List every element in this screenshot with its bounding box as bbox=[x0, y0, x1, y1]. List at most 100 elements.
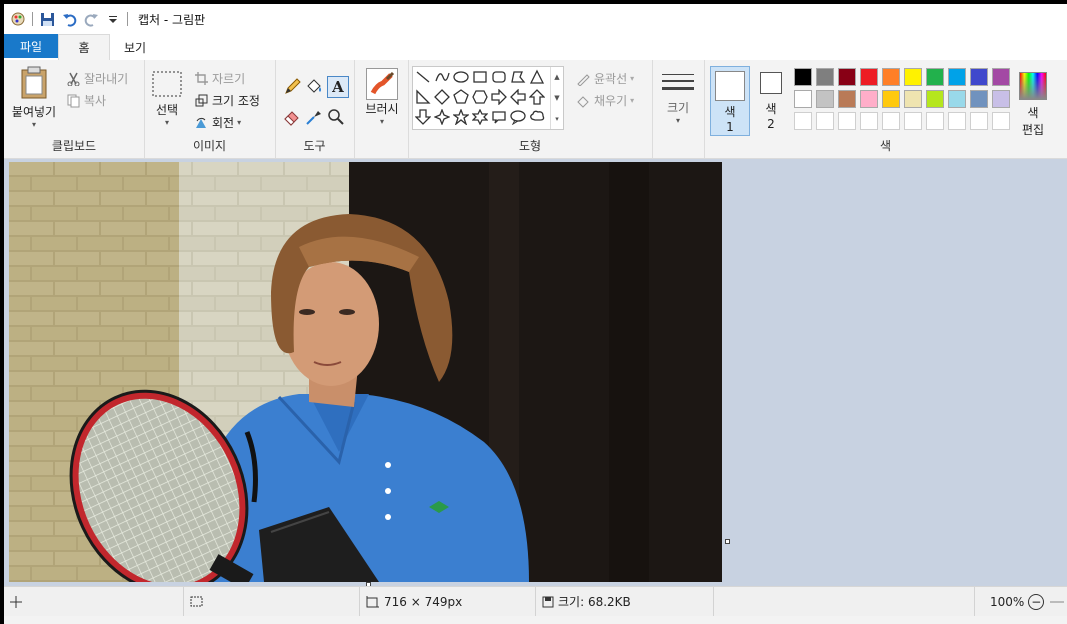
tools-group: A 도구 bbox=[275, 60, 355, 158]
left-arrow-shape-icon[interactable] bbox=[509, 88, 527, 106]
tab-home[interactable]: 홈 bbox=[58, 34, 110, 60]
right-triangle-shape-icon[interactable] bbox=[414, 88, 432, 106]
magnifier-icon[interactable] bbox=[327, 108, 347, 128]
six-point-star-shape-icon[interactable] bbox=[471, 108, 489, 126]
scroll-up-icon[interactable]: ▲ bbox=[554, 73, 559, 81]
color-swatch[interactable] bbox=[816, 68, 834, 86]
brushes-button[interactable]: 브러시 ▾ bbox=[362, 68, 402, 138]
color-swatch[interactable] bbox=[992, 112, 1010, 130]
color-swatch[interactable] bbox=[860, 68, 878, 86]
four-point-star-shape-icon[interactable] bbox=[433, 108, 451, 126]
redo-icon[interactable] bbox=[83, 11, 99, 27]
color-swatch[interactable] bbox=[816, 112, 834, 130]
color-swatch[interactable] bbox=[926, 90, 944, 108]
outline-button[interactable]: 윤곽선 ▾ bbox=[576, 70, 634, 87]
color-swatch[interactable] bbox=[904, 68, 922, 86]
color-swatch[interactable] bbox=[926, 112, 944, 130]
color1-button[interactable]: 색 1 bbox=[710, 66, 750, 136]
zoom-slider[interactable] bbox=[1050, 600, 1065, 603]
canvas-workspace[interactable] bbox=[4, 159, 1067, 587]
select-button[interactable]: 선택 ▾ bbox=[150, 70, 184, 136]
rounded-rectangle-shape-icon[interactable] bbox=[490, 68, 508, 86]
color-swatch[interactable] bbox=[970, 112, 988, 130]
color-swatch[interactable] bbox=[794, 112, 812, 130]
color-swatch[interactable] bbox=[838, 112, 856, 130]
right-arrow-shape-icon[interactable] bbox=[490, 88, 508, 106]
shapes-scroll[interactable]: ▲ ▼ ▾ bbox=[550, 67, 563, 129]
color-swatch[interactable] bbox=[882, 112, 900, 130]
copy-button[interactable]: 복사 bbox=[66, 92, 106, 109]
chevron-down-icon: ▾ bbox=[630, 96, 635, 105]
color-swatch[interactable] bbox=[992, 90, 1010, 108]
color-swatch[interactable] bbox=[882, 68, 900, 86]
color-swatch[interactable] bbox=[904, 90, 922, 108]
save-icon[interactable] bbox=[39, 11, 55, 27]
down-arrow-shape-icon[interactable] bbox=[414, 108, 432, 126]
fill-bucket-icon[interactable] bbox=[305, 78, 325, 98]
color-picker-icon[interactable] bbox=[305, 108, 325, 128]
scroll-down-icon[interactable]: ▼ bbox=[554, 94, 559, 102]
color-swatch[interactable] bbox=[904, 112, 922, 130]
color-swatch[interactable] bbox=[838, 68, 856, 86]
hexagon-shape-icon[interactable] bbox=[471, 88, 489, 106]
color-swatch[interactable] bbox=[970, 68, 988, 86]
rectangle-shape-icon[interactable] bbox=[471, 68, 489, 86]
chevron-down-icon: ▾ bbox=[237, 118, 242, 127]
text-tool-icon[interactable]: A bbox=[327, 76, 349, 98]
color1-number: 1 bbox=[726, 120, 734, 134]
undo-icon[interactable] bbox=[61, 11, 77, 27]
crop-button[interactable]: 자르기 bbox=[194, 70, 245, 87]
quick-access-toolbar bbox=[4, 4, 134, 34]
color-swatch[interactable] bbox=[948, 90, 966, 108]
customize-toolbar-icon[interactable] bbox=[105, 11, 121, 27]
zoom-out-icon[interactable]: − bbox=[1028, 593, 1045, 610]
color-swatch[interactable] bbox=[860, 112, 878, 130]
edit-colors-button[interactable]: 색 편집 bbox=[1016, 72, 1050, 138]
color-swatch[interactable] bbox=[794, 90, 812, 108]
color-swatch[interactable] bbox=[948, 68, 966, 86]
triangle-shape-icon[interactable] bbox=[528, 68, 546, 86]
diamond-shape-icon[interactable] bbox=[433, 88, 451, 106]
paste-button[interactable]: 붙여넣기 ▾ bbox=[8, 66, 60, 136]
color-swatch[interactable] bbox=[816, 90, 834, 108]
cloud-callout-shape-icon[interactable] bbox=[528, 108, 546, 126]
scissors-icon bbox=[66, 72, 80, 86]
color-swatch[interactable] bbox=[948, 112, 966, 130]
fill-button[interactable]: 채우기 ▾ bbox=[576, 92, 634, 109]
clipboard-icon bbox=[21, 66, 47, 99]
color-swatch[interactable] bbox=[838, 90, 856, 108]
eraser-icon[interactable] bbox=[283, 108, 303, 128]
resize-button[interactable]: 크기 조정 bbox=[194, 92, 260, 109]
rotate-button[interactable]: 회전 ▾ bbox=[194, 114, 241, 131]
cut-button[interactable]: 잘라내기 bbox=[66, 70, 128, 87]
rounded-callout-shape-icon[interactable] bbox=[490, 108, 508, 126]
up-arrow-shape-icon[interactable] bbox=[528, 88, 546, 106]
pencil-icon[interactable] bbox=[283, 78, 303, 98]
tab-file[interactable]: 파일 bbox=[4, 34, 58, 58]
color-swatch[interactable] bbox=[970, 90, 988, 108]
oval-shape-icon[interactable] bbox=[452, 68, 470, 86]
line-shape-icon[interactable] bbox=[414, 68, 432, 86]
fill-icon bbox=[576, 94, 590, 108]
image-size-icon bbox=[366, 595, 379, 607]
polygon-shape-icon[interactable] bbox=[509, 68, 527, 86]
outline-label: 윤곽선 bbox=[594, 72, 628, 86]
color-swatch[interactable] bbox=[860, 90, 878, 108]
color-swatch[interactable] bbox=[926, 68, 944, 86]
color-swatch[interactable] bbox=[882, 90, 900, 108]
color2-number: 2 bbox=[767, 117, 775, 131]
color2-button[interactable]: 색 2 bbox=[756, 70, 786, 136]
curve-shape-icon[interactable] bbox=[433, 68, 451, 86]
tab-view[interactable]: 보기 bbox=[110, 35, 160, 60]
color-swatch[interactable] bbox=[992, 68, 1010, 86]
color-swatch[interactable] bbox=[794, 68, 812, 86]
resize-handle-right[interactable] bbox=[725, 539, 730, 544]
pentagon-shape-icon[interactable] bbox=[452, 88, 470, 106]
chevron-down-icon: ▾ bbox=[379, 117, 384, 126]
gallery-expand-icon[interactable]: ▾ bbox=[555, 115, 559, 123]
size-button[interactable]: 크기 ▾ bbox=[660, 72, 696, 138]
paint-app-icon[interactable] bbox=[10, 11, 26, 27]
five-point-star-shape-icon[interactable] bbox=[452, 108, 470, 126]
canvas-image[interactable] bbox=[9, 162, 722, 582]
oval-callout-shape-icon[interactable] bbox=[509, 108, 527, 126]
